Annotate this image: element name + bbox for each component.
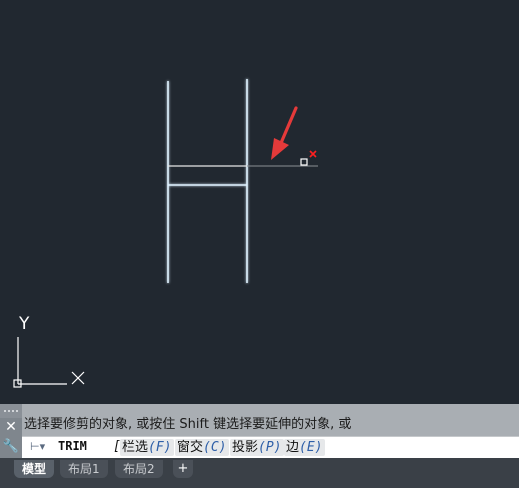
option-project[interactable]: 投影(P)	[230, 439, 284, 456]
command-name: TRIM	[58, 439, 87, 453]
pickbox-cursor	[300, 158, 308, 166]
command-history: 选择要修剪的对象, 或按住 Shift 键选择要延伸的对象, 或	[22, 404, 519, 436]
wrench-icon[interactable]: 🔧	[0, 436, 22, 458]
close-icon[interactable]: ✕	[0, 418, 22, 436]
trim-x-cursor-icon	[309, 150, 317, 158]
drawing-svg	[13, 79, 318, 388]
ucs-y-label: Y	[19, 314, 30, 334]
tab-model[interactable]: 模型	[14, 460, 55, 478]
command-input-line[interactable]: ⊢▾ TRIM [ 栏选(F) 窗交(C) 投影(P) 边(E)	[22, 436, 519, 458]
drawing-canvas[interactable]: Y	[0, 0, 519, 404]
ucs-icon	[13, 337, 85, 388]
command-input-icon[interactable]: ⊢▾	[30, 440, 45, 453]
option-edge[interactable]: 边(E)	[284, 439, 325, 456]
add-layout-button[interactable]: +	[173, 460, 193, 478]
red-arrow-annotation-icon	[271, 106, 298, 160]
command-prompt-text: 选择要修剪的对象, 或按住 Shift 键选择要延伸的对象, 或	[24, 417, 352, 432]
option-fence[interactable]: 栏选(F)	[120, 439, 174, 456]
tab-layout1[interactable]: 布局1	[60, 460, 108, 478]
command-line-grip[interactable]	[0, 404, 22, 418]
tab-layout2[interactable]: 布局2	[115, 460, 163, 478]
layout-tab-bar: 模型 布局1 布局2 +	[0, 458, 519, 488]
option-crossing[interactable]: 窗交(C)	[175, 439, 229, 456]
